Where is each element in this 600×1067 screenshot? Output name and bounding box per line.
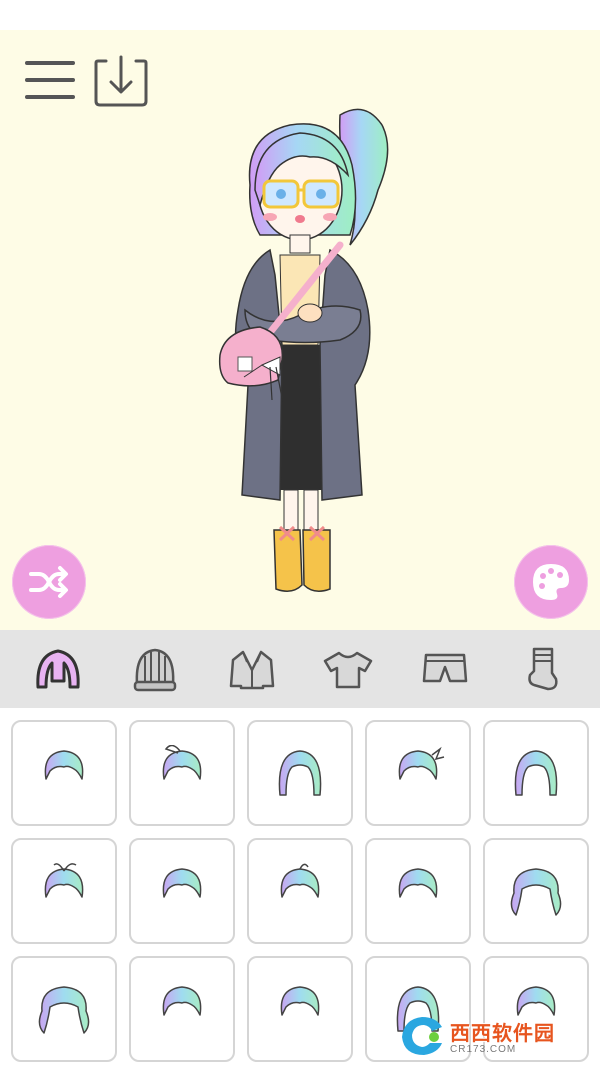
shoulder-bag	[218, 326, 284, 387]
category-tabbar	[0, 630, 600, 708]
watermark-logo-icon	[402, 1017, 442, 1055]
status-strip	[0, 0, 600, 30]
bangs-hair-icon	[398, 868, 438, 898]
hair-option-wavy-long-hair[interactable]	[11, 956, 117, 1062]
blunt-bangs-hair-icon	[280, 986, 320, 1016]
hair-option-long-straight-hair[interactable]	[483, 720, 589, 826]
tshirt-icon	[324, 651, 373, 689]
tab-hair[interactable]	[26, 637, 90, 701]
hair-option-short-fluffy-hair[interactable]	[129, 838, 235, 944]
bob-hair-icon	[44, 750, 84, 780]
ahoge-hair-icon	[280, 863, 320, 898]
messy-hair-icon	[398, 746, 445, 780]
hamburger-menu-icon	[25, 61, 75, 99]
hair-option-sprout-hair[interactable]	[11, 838, 117, 944]
shuffle-button[interactable]	[12, 545, 86, 619]
boots	[273, 529, 303, 592]
menu-button[interactable]	[20, 50, 80, 110]
tab-hat[interactable]	[123, 637, 187, 701]
tab-socks[interactable]	[510, 637, 574, 701]
beanie-icon	[133, 648, 177, 692]
palette-button[interactable]	[514, 545, 588, 619]
long-straight-hair-icon	[514, 750, 558, 796]
wavy-long-hair-icon	[38, 986, 90, 1034]
download-icon	[94, 55, 148, 107]
hair-option-ahoge-hair[interactable]	[247, 838, 353, 944]
hair-option-bob-hair[interactable]	[11, 720, 117, 826]
jacket-icon	[229, 650, 274, 690]
palette-icon	[533, 564, 569, 600]
watermark-title: 西西软件园	[450, 1021, 555, 1045]
hair-option-blunt-bangs-hair[interactable]	[247, 956, 353, 1062]
hair-option-curl-antenna-hair[interactable]	[129, 720, 235, 826]
download-button[interactable]	[90, 50, 152, 112]
hair-option-twin-tail-hair[interactable]	[483, 838, 589, 944]
hair-option-messy-hair[interactable]	[365, 720, 471, 826]
short-fluffy-hair-icon	[162, 868, 202, 898]
sprout-hair-icon	[44, 863, 84, 898]
dressed-character	[218, 108, 389, 592]
hair-option-bangs-hair[interactable]	[365, 838, 471, 944]
tab-top[interactable]	[316, 637, 380, 701]
shorts-icon	[422, 653, 468, 683]
app-screen: 西西软件园 CR173.COM	[0, 0, 600, 1067]
sock-icon	[527, 647, 558, 691]
side-part-hair-icon	[278, 750, 322, 796]
curl-antenna-hair-icon	[162, 745, 202, 780]
twin-tail-hair-icon	[510, 868, 562, 916]
short-bob-hair-icon	[162, 986, 202, 1016]
watermark: 西西软件园 CR173.COM	[398, 1013, 584, 1059]
tab-jacket[interactable]	[220, 637, 284, 701]
watermark-subtitle: CR173.COM	[450, 1044, 517, 1055]
tab-bottom[interactable]	[413, 637, 477, 701]
hair-icon	[36, 649, 80, 689]
hair-option-short-bob-hair[interactable]	[129, 956, 235, 1062]
shuffle-icon	[29, 566, 68, 598]
hair-option-side-part-hair[interactable]	[247, 720, 353, 826]
